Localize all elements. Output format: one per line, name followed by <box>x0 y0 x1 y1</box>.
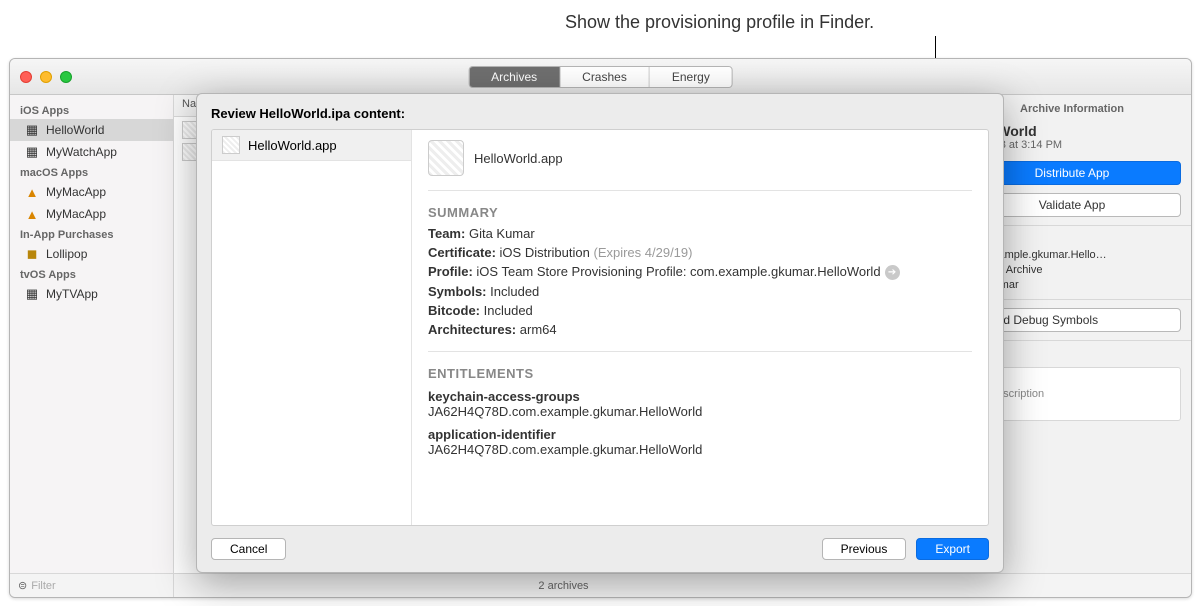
sidebar-item-mytvapp[interactable]: ▦ MyTVApp <box>10 283 173 305</box>
sidebar-item-mywatchapp[interactable]: ▦ MyWatchApp <box>10 141 173 163</box>
entitlement-key: application-identifier <box>428 427 972 442</box>
summary-bitcode: Bitcode: Included <box>428 303 972 318</box>
zoom-window-button[interactable] <box>60 71 72 83</box>
entitlement-value: JA62H4Q78D.com.example.gkumar.HelloWorld <box>428 442 972 457</box>
sidebar-item-label: Lollipop <box>46 247 87 261</box>
sidebar-item-label: MyMacApp <box>46 207 106 221</box>
divider <box>428 190 972 191</box>
close-window-button[interactable] <box>20 71 32 83</box>
section-entitlements: ENTITLEMENTS <box>428 366 972 381</box>
app-icon-large <box>428 140 464 176</box>
entitlement-key: keychain-access-groups <box>428 389 972 404</box>
content-item-label: HelloWorld.app <box>248 138 337 153</box>
export-button[interactable]: Export <box>916 538 989 560</box>
titlebar: Archives Crashes Energy <box>10 59 1191 95</box>
organizer-tabs: Archives Crashes Energy <box>468 66 733 88</box>
bottom-bar: ⊜ Filter 2 archives <box>10 573 1191 597</box>
tab-archives[interactable]: Archives <box>469 67 560 87</box>
app-icon <box>222 136 240 154</box>
summary-architectures: Architectures: arm64 <box>428 322 972 337</box>
sheet-details: HelloWorld.app SUMMARY Team: Gita Kumar … <box>412 130 988 525</box>
content-item-app[interactable]: HelloWorld.app <box>212 130 411 161</box>
app-icon: ▦ <box>24 286 40 302</box>
sidebar-item-label: HelloWorld <box>46 123 104 137</box>
sheet-content-list: HelloWorld.app <box>212 130 412 525</box>
entitlement-value: JA62H4Q78D.com.example.gkumar.HelloWorld <box>428 404 972 419</box>
sidebar-item-label: MyMacApp <box>46 185 106 199</box>
summary-symbols: Symbols: Included <box>428 284 972 299</box>
summary-profile: Profile: iOS Team Store Provisioning Pro… <box>428 264 972 280</box>
filter-placeholder: Filter <box>31 580 55 592</box>
sidebar-item-mymacapp-1[interactable]: ▲ MyMacApp <box>10 181 173 203</box>
tab-energy[interactable]: Energy <box>650 67 732 87</box>
app-icon: ▦ <box>24 144 40 160</box>
sidebar: iOS Apps ▦ HelloWorld ▦ MyWatchApp macOS… <box>10 95 174 573</box>
app-icon: ▦ <box>24 122 40 138</box>
sidebar-group-ios: iOS Apps <box>10 101 173 119</box>
filter-field[interactable]: ⊜ Filter <box>10 574 174 597</box>
cancel-button[interactable]: Cancel <box>211 538 286 560</box>
summary-certificate: Certificate: iOS Distribution (Expires 4… <box>428 245 972 260</box>
sidebar-item-label: MyWatchApp <box>46 145 117 159</box>
sidebar-item-lollipop[interactable]: ◼ Lollipop <box>10 243 173 265</box>
filter-icon: ⊜ <box>18 579 27 592</box>
sidebar-group-macos: macOS Apps <box>10 163 173 181</box>
app-icon: ▲ <box>24 184 40 200</box>
app-name: HelloWorld.app <box>474 151 563 166</box>
sheet-footer: Cancel Previous Export <box>197 526 1003 572</box>
iap-icon: ◼ <box>24 246 40 262</box>
sidebar-group-tvos: tvOS Apps <box>10 265 173 283</box>
divider <box>428 351 972 352</box>
sidebar-group-iap: In-App Purchases <box>10 225 173 243</box>
archive-count: 2 archives <box>174 580 953 592</box>
sidebar-item-helloworld[interactable]: ▦ HelloWorld <box>10 119 173 141</box>
window-controls <box>20 71 72 83</box>
summary-team: Team: Gita Kumar <box>428 226 972 241</box>
sidebar-item-label: MyTVApp <box>46 287 98 301</box>
sidebar-item-mymacapp-2[interactable]: ▲ MyMacApp <box>10 203 173 225</box>
show-in-finder-icon[interactable]: ➔ <box>885 265 900 280</box>
section-summary: SUMMARY <box>428 205 972 220</box>
previous-button[interactable]: Previous <box>822 538 907 560</box>
annotation-text: Show the provisioning profile in Finder. <box>565 12 874 33</box>
tab-crashes[interactable]: Crashes <box>560 67 650 87</box>
minimize-window-button[interactable] <box>40 71 52 83</box>
review-ipa-sheet: Review HelloWorld.ipa content: HelloWorl… <box>196 93 1004 573</box>
app-icon: ▲ <box>24 206 40 222</box>
sheet-title: Review HelloWorld.ipa content: <box>197 94 1003 129</box>
